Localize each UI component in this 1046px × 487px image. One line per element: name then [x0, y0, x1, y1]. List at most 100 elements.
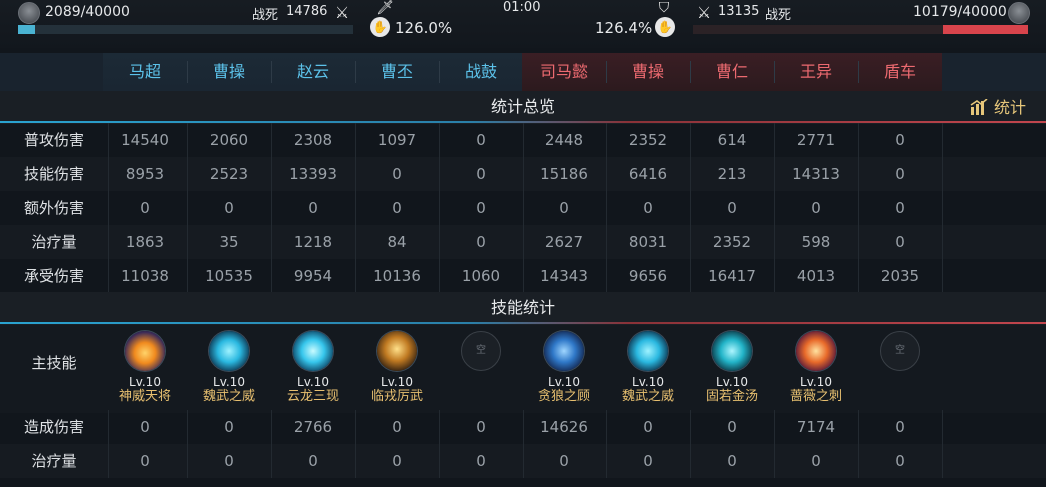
skill-slot[interactable]: Lv.10 固若金汤: [690, 331, 774, 405]
stat-cell: 1218: [293, 233, 333, 251]
stat-cell: 0: [392, 418, 402, 436]
blue-hero-name[interactable]: 赵云: [271, 53, 355, 91]
cyan-lord-icon: [628, 331, 668, 371]
skill-slot[interactable]: Lv.10 蔷薇之刺: [774, 331, 858, 405]
stat-cell: 16417: [708, 267, 756, 285]
stat-cell: 13393: [289, 165, 337, 183]
stat-cell: 0: [559, 452, 569, 470]
skill-level: Lv.10: [632, 375, 664, 389]
skill-slot[interactable]: 空: [858, 331, 942, 375]
header-separator: [858, 61, 859, 83]
red-hero-name[interactable]: 王异: [774, 53, 858, 91]
golden-warrior-icon: [377, 331, 417, 371]
left-deaths-label: 战死: [252, 8, 279, 23]
skill-slot[interactable]: Lv.10 云龙三现: [271, 331, 355, 405]
red-hero-name[interactable]: 盾车: [858, 53, 942, 91]
crossed-swords-icon: ⚔: [334, 3, 350, 22]
column-separator: [942, 410, 943, 444]
blue-hero-name[interactable]: 曹操: [187, 53, 271, 91]
skill-level: Lv.10: [548, 375, 580, 389]
right-hp-bar: [693, 25, 1028, 34]
skills-section-header: 技能统计: [0, 292, 1046, 325]
stat-row: 承受伤害 11038 10535 9954 10136 1060 14343 9656 1641…: [0, 259, 1046, 293]
skill-name: 蔷薇之刺: [789, 389, 842, 404]
cyan-lord-icon: [209, 331, 249, 371]
left-deaths-count: 14786: [286, 4, 328, 19]
hero-header-row: 马超 曹操 赵云 曹丕 战鼓 司马懿 曹操 曹仁 王异 盾车: [0, 53, 1046, 91]
stat-cell: 0: [476, 131, 486, 149]
skill-name: 临戎厉武: [370, 389, 423, 404]
wolf-icon: [544, 331, 584, 371]
stat-cell: 84: [387, 233, 407, 251]
sword-emblem-icon: 🗡: [376, 0, 394, 16]
skill-slot[interactable]: 空: [439, 331, 523, 375]
blue-hero-name[interactable]: 战鼓: [439, 53, 523, 91]
column-separator: [942, 444, 943, 478]
header-separator: [187, 61, 188, 83]
stat-cell: 6416: [628, 165, 668, 183]
red-hero-name[interactable]: 司马懿: [522, 53, 606, 91]
skill-slot[interactable]: Lv.10 魏武之威: [606, 331, 690, 405]
right-deaths-label: 战死: [765, 8, 792, 23]
skill-stat-row: 造成伤害 0 0 2766 0 0 14626 0 0 7174 0: [0, 410, 1046, 444]
right-power-medal-icon: ✋: [655, 17, 675, 37]
stat-cell: 14313: [792, 165, 840, 183]
stat-cell: 0: [895, 418, 905, 436]
stat-cell: 0: [140, 452, 150, 470]
column-separator: [942, 225, 943, 259]
overview-section-header: 统计总览 统计: [0, 91, 1046, 124]
stats-button-label: 统计: [993, 98, 1026, 117]
row-label: 治疗量: [31, 233, 77, 251]
stat-row: 技能伤害 8953 2523 13393 0 0 15186 6416 213 14313 0: [0, 157, 1046, 191]
stat-cell: 0: [392, 452, 402, 470]
stat-cell: 0: [476, 418, 486, 436]
column-separator: [942, 123, 943, 157]
skill-slot[interactable]: Lv.10 神威天将: [103, 331, 187, 405]
stat-cell: 0: [643, 418, 653, 436]
stat-cell: 9656: [628, 267, 668, 285]
skill-name: 魏武之威: [202, 389, 255, 404]
stat-cell: 0: [643, 199, 653, 217]
skill-slot[interactable]: Lv.10 魏武之威: [187, 331, 271, 405]
skill-slot[interactable]: Lv.10 临戎厉武: [355, 331, 439, 405]
stat-cell: 0: [895, 165, 905, 183]
stat-cell: 2448: [544, 131, 584, 149]
blue-hero-name[interactable]: 马超: [103, 53, 187, 91]
skill-level: Lv.10: [716, 375, 748, 389]
stats-button[interactable]: 统计: [970, 94, 1026, 118]
flame-warrior-icon: [125, 331, 165, 371]
stat-row: 普攻伤害 14540 2060 2308 1097 0 2448 2352 614 2771 0: [0, 123, 1046, 157]
column-separator: [942, 191, 943, 225]
left-hp-bar: [18, 25, 353, 34]
stat-cell: 2771: [796, 131, 836, 149]
stat-cell: 1060: [461, 267, 501, 285]
blue-hero-name[interactable]: 曹丕: [355, 53, 439, 91]
crossed-swords-icon: ⚔: [696, 3, 712, 22]
stat-cell: 9954: [293, 267, 333, 285]
stat-cell: 2352: [712, 233, 752, 251]
left-hp-text: 2089/40000: [45, 4, 130, 20]
right-hp-fill: [942, 25, 1028, 34]
stat-cell: 14343: [540, 267, 588, 285]
skill-slot[interactable]: Lv.10 贪狼之顾: [522, 331, 606, 405]
header-separator: [439, 61, 440, 83]
red-hero-name[interactable]: 曹仁: [690, 53, 774, 91]
stat-cell: 0: [727, 199, 737, 217]
shield-emblem-icon: ⛉: [658, 0, 670, 16]
stat-cell: 1097: [377, 131, 417, 149]
left-hp-fill: [18, 25, 36, 34]
header-separator: [355, 61, 356, 83]
skill-level: Lv.10: [800, 375, 832, 389]
stat-cell: 2523: [209, 165, 249, 183]
stat-cell: 0: [224, 199, 234, 217]
stat-cell: 2352: [628, 131, 668, 149]
stat-cell: 2766: [293, 418, 333, 436]
stat-cell: 0: [140, 199, 150, 217]
red-hero-name[interactable]: 曹操: [606, 53, 690, 91]
stat-cell: 0: [308, 452, 318, 470]
skills-title: 技能统计: [490, 298, 555, 317]
overview-title: 统计总览: [490, 97, 555, 116]
stat-cell: 0: [392, 165, 402, 183]
skill-name: 云龙三现: [286, 389, 339, 404]
stat-cell: 8031: [628, 233, 668, 251]
